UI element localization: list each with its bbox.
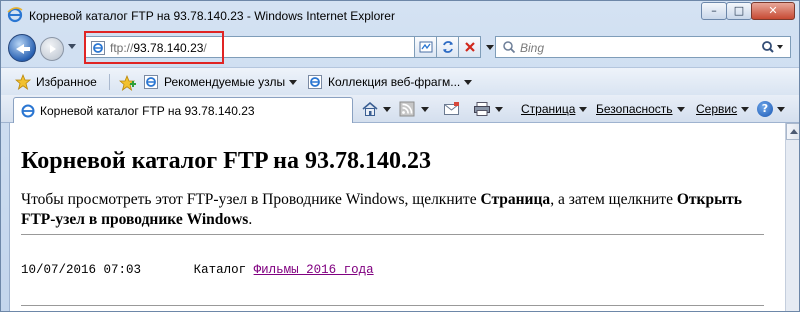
home-icon: [362, 101, 378, 116]
chevron-down-icon: [741, 106, 750, 112]
favorites-button[interactable]: Избранное: [15, 73, 97, 91]
stop-icon: [464, 42, 475, 52]
entry-link[interactable]: Фильмы 2016 года: [254, 263, 374, 277]
ie-page-icon: [144, 75, 158, 89]
page-menu-label: Страница: [521, 102, 576, 116]
help-menu-button[interactable]: ?: [757, 100, 785, 118]
page-title: Корневой каталог FTP на 93.78.140.23: [21, 148, 431, 174]
ie-window: Корневой каталог FTP на 93.78.140.23 - W…: [0, 0, 800, 312]
minimize-button[interactable]: –: [701, 2, 727, 20]
search-icon: [503, 41, 516, 54]
chevron-down-icon: [495, 106, 503, 112]
command-bar: Корневой каталог FTP на 93.78.140.23 Стр…: [1, 95, 799, 123]
close-icon: ✕: [768, 4, 778, 17]
favorites-item-web-slice-gallery[interactable]: Коллекция веб-фрагм...: [307, 73, 473, 91]
listing-row: 10/07/2016 07:03 Каталог Фильмы 2016 год…: [21, 263, 374, 277]
favorites-label: Избранное: [36, 75, 97, 89]
search-input[interactable]: [520, 40, 750, 55]
chevron-down-icon: [676, 106, 685, 112]
entry-time: 07:03: [103, 263, 142, 277]
forward-button[interactable]: [40, 37, 64, 61]
chevron-down-icon: [383, 106, 391, 112]
maximize-icon: □: [733, 4, 745, 17]
chevron-down-icon: [464, 79, 473, 85]
intro-part3: .: [248, 211, 253, 228]
tab-title: Корневой каталог FTP на 93.78.140.23: [40, 104, 255, 118]
refresh-icon: [442, 41, 453, 53]
caption-buttons: – □ ✕: [701, 2, 795, 20]
tab-active[interactable]: Корневой каталог FTP на 93.78.140.23: [13, 97, 353, 123]
intro-bold-page: Страница: [480, 191, 551, 208]
favorites-item-label: Коллекция веб-фрагм...: [328, 75, 461, 89]
rss-feed-icon: [399, 101, 415, 117]
intro-part1: Чтобы просмотреть этот FTP-узел в Провод…: [21, 191, 481, 208]
chevron-down-icon: [777, 106, 785, 112]
feeds-button[interactable]: [399, 100, 429, 118]
favorites-bar: Избранное Рекомендуемые узлы Коллекция в…: [1, 67, 799, 95]
page-content: Корневой каталог FTP на 93.78.140.23 Что…: [9, 123, 785, 311]
divider: [21, 305, 764, 306]
close-button[interactable]: ✕: [751, 2, 795, 20]
vertical-scrollbar[interactable]: [785, 123, 799, 311]
entry-type: Каталог: [193, 263, 247, 277]
address-row: ftp://93.78.140.23/: [1, 31, 799, 65]
minimize-icon: –: [711, 4, 717, 17]
chevron-down-icon: [289, 79, 298, 85]
tools-menu-button[interactable]: Сервис: [696, 100, 750, 118]
safety-menu-label: Безопасность: [596, 102, 673, 116]
intro-text: Чтобы просмотреть этот FTP-узел в Провод…: [21, 190, 771, 230]
maximize-button[interactable]: □: [726, 2, 752, 20]
tools-menu-label: Сервис: [696, 102, 738, 116]
title-bar: Корневой каталог FTP на 93.78.140.23 - W…: [1, 1, 799, 31]
help-icon: ?: [757, 101, 773, 117]
directory-listing: 10/07/2016 07:03 Каталог Фильмы 2016 год…: [21, 263, 374, 277]
entry-date: 10/07/2016: [21, 263, 97, 277]
favorites-star-icon: [15, 74, 31, 90]
address-tools: [415, 36, 481, 58]
add-to-favorites-bar-icon[interactable]: [119, 75, 136, 91]
address-highlight-box: [84, 31, 224, 64]
recent-pages-dropdown[interactable]: [68, 44, 76, 49]
print-button[interactable]: [473, 100, 503, 118]
chevron-down-icon: [579, 106, 588, 112]
scroll-up-button[interactable]: [786, 123, 799, 140]
page-menu-button[interactable]: Страница: [521, 100, 588, 118]
back-button[interactable]: [8, 34, 36, 62]
home-button[interactable]: [361, 100, 391, 118]
safety-menu-button[interactable]: Безопасность: [596, 100, 685, 118]
favorites-separator: [109, 74, 110, 90]
ie-logo-icon: [7, 7, 23, 23]
favorites-item-label: Рекомендуемые узлы: [164, 75, 286, 89]
read-mail-button[interactable]: [443, 100, 461, 118]
chevron-down-icon: [421, 106, 429, 112]
intro-part2: , а затем щелкните: [550, 191, 677, 208]
compatibility-view-icon: [419, 41, 432, 53]
mail-icon: [444, 102, 459, 115]
refresh-button[interactable]: [437, 36, 459, 58]
ie-page-icon: [308, 75, 322, 89]
window-title: Корневой каталог FTP на 93.78.140.23 - W…: [29, 9, 395, 23]
search-go-icon[interactable]: [760, 40, 784, 54]
divider: [21, 234, 764, 235]
printer-icon: [474, 102, 490, 116]
compatibility-view-button[interactable]: [415, 36, 437, 58]
stop-button[interactable]: [459, 36, 481, 58]
ie-page-icon: [21, 104, 35, 118]
search-box[interactable]: [495, 36, 791, 58]
favorites-item-suggested-sites[interactable]: Рекомендуемые узлы: [143, 73, 298, 91]
